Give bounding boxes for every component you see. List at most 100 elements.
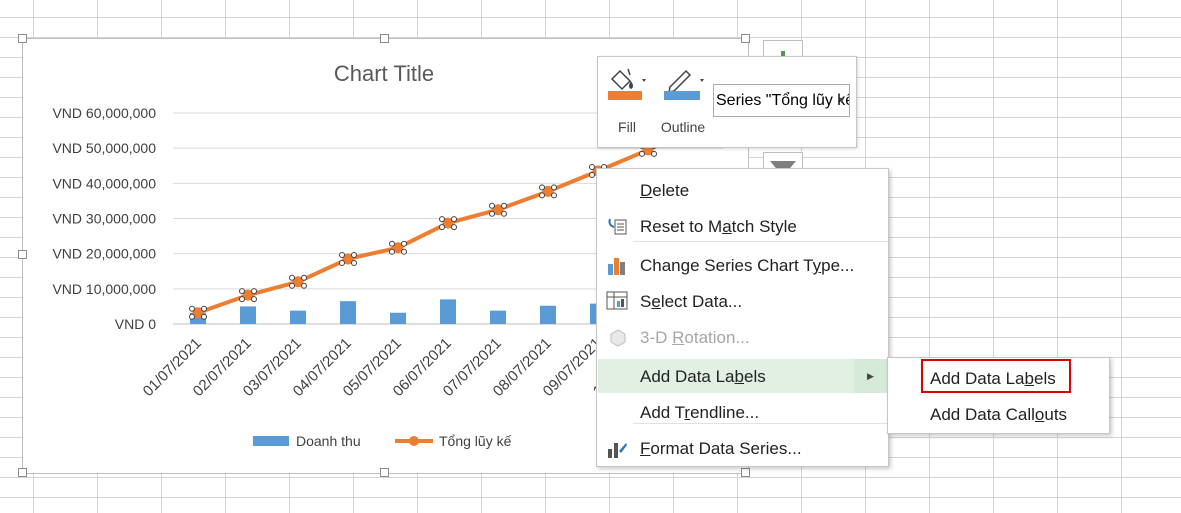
chart-title[interactable]: Chart Title	[334, 61, 434, 86]
fill-color-swatch	[608, 91, 642, 100]
chart-resize-handle[interactable]	[18, 468, 27, 477]
point-selection-handle[interactable]	[201, 313, 207, 320]
context-menu: Delete Reset to Match Style Change Series …	[596, 168, 889, 467]
point-selection-handle[interactable]	[301, 282, 307, 289]
fill-label: Fill	[618, 119, 636, 135]
fill-button[interactable]: Fill	[602, 63, 652, 143]
point-selection-handle[interactable]	[239, 288, 245, 295]
bar-doanh-thu[interactable]	[340, 301, 356, 324]
mini-toolbar: Fill Outline Series "Tổng lũy kế" ▼	[597, 56, 857, 148]
menu-item-label: Add Trendline...	[640, 403, 760, 422]
menu-item-add-data-labels[interactable]: Add Data Labels ▶	[598, 359, 887, 393]
point-selection-handle[interactable]	[401, 248, 407, 255]
bar-doanh-thu[interactable]	[490, 310, 506, 324]
point-selection-handle[interactable]	[539, 192, 545, 199]
point-selection-handle[interactable]	[501, 210, 507, 217]
menu-item-label: Delete	[640, 181, 690, 200]
point-selection-handle[interactable]	[439, 216, 445, 223]
menu-item-label: Select Data...	[640, 292, 743, 311]
point-selection-handle[interactable]	[651, 150, 657, 157]
menu-item-change-series-chart-type[interactable]: Change Series Chart Type...	[598, 248, 887, 282]
point-selection-handle[interactable]	[489, 210, 495, 217]
point-selection-handle[interactable]	[289, 274, 295, 281]
submenu-add-data-callouts[interactable]: Add Data Callouts	[888, 398, 1109, 430]
menu-item-label: Add Data Labels	[640, 367, 766, 386]
point-selection-handle[interactable]	[201, 305, 207, 312]
highlight-box	[921, 359, 1071, 393]
chart-resize-handle[interactable]	[741, 468, 750, 477]
paint-bucket-icon	[608, 68, 646, 100]
point-selection-handle[interactable]	[389, 240, 395, 247]
point-selection-handle[interactable]	[451, 216, 457, 223]
point-selection-handle[interactable]	[439, 224, 445, 231]
point-selection-handle[interactable]	[301, 274, 307, 281]
bar-doanh-thu[interactable]	[440, 299, 456, 324]
chart-resize-handle[interactable]	[18, 34, 27, 43]
select-data-icon	[606, 290, 628, 312]
menu-item-reset-to-match-style[interactable]: Reset to Match Style	[598, 209, 887, 243]
submenu-item-label: Add Data Callouts	[930, 405, 1068, 424]
change-chart-type-icon	[606, 254, 628, 276]
legend-label-tong-luy-ke[interactable]: Tổng lũy kế	[439, 433, 512, 449]
bar-doanh-thu[interactable]	[540, 305, 556, 324]
menu-separator	[633, 241, 888, 242]
point-selection-handle[interactable]	[339, 259, 345, 266]
format-series-icon	[606, 437, 628, 459]
menu-item-format-data-series[interactable]: Format Data Series...	[598, 431, 887, 465]
3d-rotation-icon	[606, 326, 628, 348]
menu-item-label: Reset to Match Style	[640, 217, 797, 236]
point-selection-handle[interactable]	[339, 251, 345, 258]
point-selection-handle[interactable]	[401, 240, 407, 247]
point-selection-handle[interactable]	[501, 202, 507, 209]
submenu-arrow-icon: ▶	[854, 359, 887, 393]
y-tick-label[interactable]: VND 10,000,000	[52, 281, 156, 297]
bar-doanh-thu[interactable]	[390, 312, 406, 324]
y-tick-label[interactable]: VND 50,000,000	[52, 140, 156, 156]
legend-marker-tong-luy-ke[interactable]	[409, 436, 419, 446]
point-selection-handle[interactable]	[289, 282, 295, 289]
y-tick-label[interactable]: VND 30,000,000	[52, 211, 156, 227]
point-selection-handle[interactable]	[489, 202, 495, 209]
chart-resize-handle[interactable]	[380, 34, 389, 43]
y-tick-label[interactable]: VND 40,000,000	[52, 175, 156, 191]
reset-style-icon	[606, 215, 628, 237]
point-selection-handle[interactable]	[239, 296, 245, 303]
point-selection-handle[interactable]	[189, 305, 195, 312]
chart-resize-handle[interactable]	[18, 250, 27, 259]
point-selection-handle[interactable]	[539, 184, 545, 191]
legend-swatch-doanh-thu[interactable]	[253, 436, 289, 446]
point-selection-handle[interactable]	[351, 259, 357, 266]
menu-item-label: Format Data Series...	[640, 439, 802, 458]
y-tick-label[interactable]: VND 60,000,000	[52, 105, 156, 121]
legend-label-doanh-thu[interactable]: Doanh thu	[296, 433, 361, 449]
outline-color-swatch	[664, 91, 700, 100]
point-selection-handle[interactable]	[589, 172, 595, 179]
chart-resize-handle[interactable]	[741, 34, 750, 43]
menu-item-label: Change Series Chart Type...	[640, 256, 855, 275]
y-tick-label[interactable]: VND 0	[115, 316, 156, 332]
bar-doanh-thu[interactable]	[240, 306, 256, 324]
point-selection-handle[interactable]	[551, 192, 557, 199]
point-selection-handle[interactable]	[551, 184, 557, 191]
point-selection-handle[interactable]	[639, 150, 645, 157]
menu-item-delete[interactable]: Delete	[598, 173, 887, 207]
pen-icon	[664, 69, 704, 100]
dropdown-arrow-icon: ▼	[837, 95, 846, 105]
point-selection-handle[interactable]	[589, 164, 595, 171]
outline-label: Outline	[660, 119, 706, 135]
menu-separator	[633, 423, 888, 424]
outline-button[interactable]: Outline	[658, 63, 708, 143]
bar-doanh-thu[interactable]	[290, 310, 306, 324]
menu-item-3-d-rotation[interactable]: 3-D Rotation...	[598, 320, 887, 354]
point-selection-handle[interactable]	[451, 224, 457, 231]
menu-item-label: 3-D Rotation...	[640, 328, 750, 347]
y-tick-label[interactable]: VND 20,000,000	[52, 246, 156, 262]
point-selection-handle[interactable]	[251, 288, 257, 295]
menu-item-select-data[interactable]: Select Data...	[598, 284, 887, 318]
series-selector-dropdown[interactable]: Series "Tổng lũy kế" ▼	[713, 84, 850, 117]
chart-resize-handle[interactable]	[380, 468, 389, 477]
point-selection-handle[interactable]	[389, 248, 395, 255]
point-selection-handle[interactable]	[351, 251, 357, 258]
point-selection-handle[interactable]	[251, 296, 257, 303]
point-selection-handle[interactable]	[189, 313, 195, 320]
